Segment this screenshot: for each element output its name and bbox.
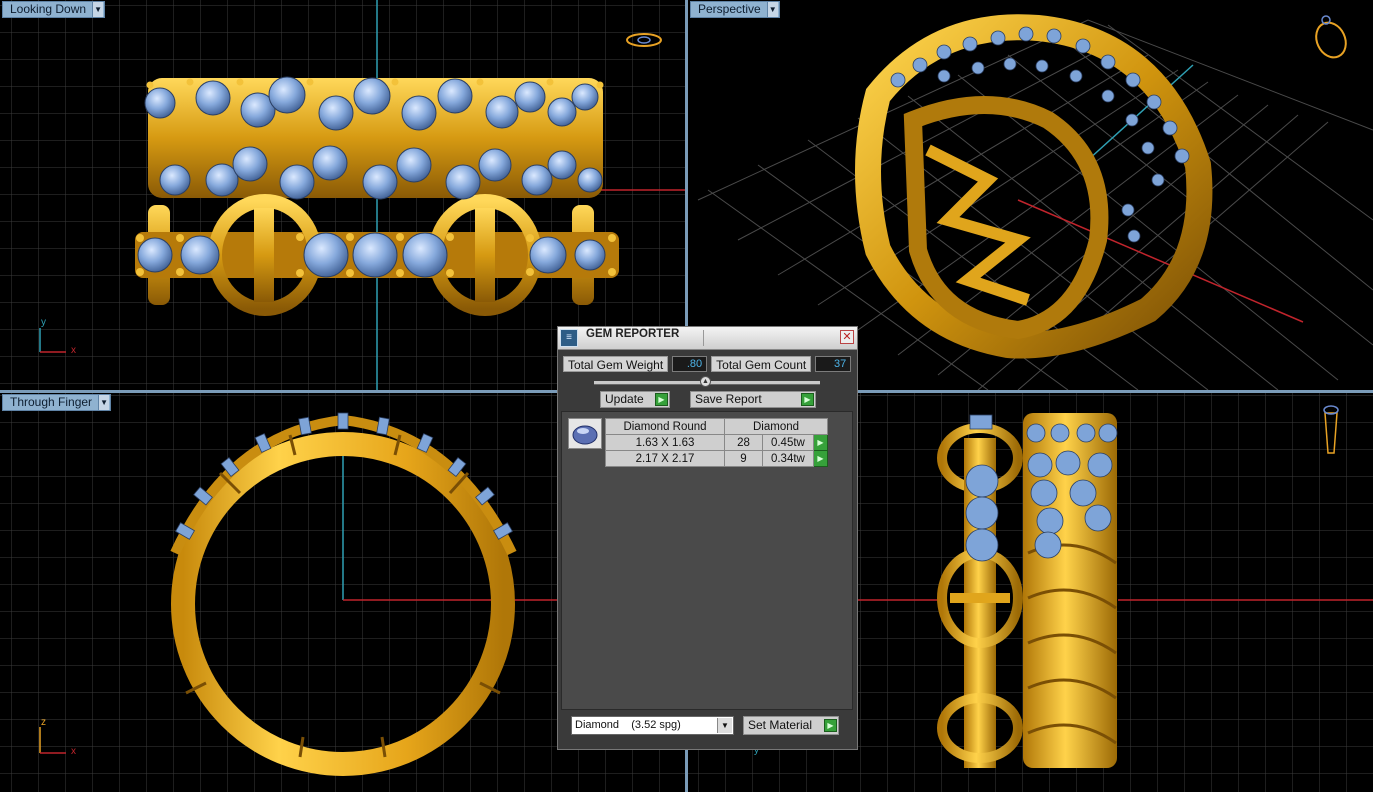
- round-diamond-thumbnail-icon[interactable]: [568, 418, 602, 449]
- viewport-label-perspective[interactable]: Perspective ▼: [690, 1, 780, 18]
- total-gem-weight-label: Total Gem Weight: [563, 356, 669, 372]
- dialog-title: GEM REPORTER: [586, 328, 680, 340]
- total-gem-count-value: 37: [815, 356, 852, 372]
- gem-weight: 0.45tw: [761, 434, 814, 451]
- gem-weight: 0.34tw: [761, 450, 814, 467]
- axis-label-z: z: [41, 717, 46, 728]
- gem-size: 1.63 X 1.63: [605, 434, 725, 451]
- viewport-name: Perspective: [698, 2, 761, 16]
- gem-list-panel: Diamond Round Diamond 1.63 X 1.63 28 0.4…: [561, 411, 853, 710]
- gem-material-header: Diamond: [724, 418, 828, 435]
- play-arrow-icon[interactable]: ▶: [812, 434, 829, 451]
- viewport-label-through-finger[interactable]: Through Finger ▼: [2, 394, 112, 411]
- total-gem-weight-value: .80: [672, 356, 708, 372]
- table-row[interactable]: 1.63 X 1.63 28 0.45tw ▶: [605, 434, 829, 451]
- gem-reporter-app-icon: ≡: [560, 329, 578, 347]
- viewport-name: Looking Down: [10, 2, 87, 16]
- totals-row: Total Gem Weight .80 Total Gem Count 37: [563, 356, 852, 372]
- play-arrow-icon: ▶: [801, 393, 814, 406]
- set-material-button[interactable]: Set Material ▶: [743, 716, 839, 735]
- save-report-button-label: Save Report: [695, 392, 762, 406]
- table-header-row: Diamond Round Diamond: [605, 418, 828, 435]
- update-button-label: Update: [605, 392, 644, 406]
- axis-label-x: x: [71, 746, 76, 757]
- dialog-titlebar[interactable]: ≡ GEM REPORTER ✕: [558, 327, 857, 350]
- gem-count: 28: [724, 434, 763, 451]
- play-arrow-icon[interactable]: ▶: [812, 450, 829, 467]
- gem-table: Diamond Round Diamond 1.63 X 1.63 28 0.4…: [605, 418, 829, 467]
- table-row[interactable]: 2.17 X 2.17 9 0.34tw ▶: [605, 450, 829, 467]
- axis-label-y: y: [41, 317, 46, 328]
- play-arrow-icon: ▶: [824, 719, 837, 732]
- gem-count: 9: [724, 450, 763, 467]
- set-material-button-label: Set Material: [748, 718, 813, 732]
- viewport-label-looking-down[interactable]: Looking Down ▼: [2, 1, 106, 18]
- chevron-down-icon[interactable]: ▼: [92, 2, 104, 17]
- chevron-down-icon[interactable]: ▼: [766, 2, 778, 17]
- gem-shape-header: Diamond Round: [605, 418, 725, 435]
- chevron-down-icon[interactable]: ▼: [98, 395, 110, 410]
- gem-thumbnail-drawing: [572, 425, 598, 445]
- close-icon[interactable]: ✕: [840, 330, 854, 344]
- material-select-value: Diamond (3.52 spg): [575, 719, 681, 731]
- slider-handle-icon[interactable]: ▲: [700, 376, 711, 387]
- save-report-button[interactable]: Save Report ▶: [690, 391, 816, 408]
- total-gem-count-label: Total Gem Count: [711, 356, 812, 372]
- gem-size: 2.17 X 2.17: [605, 450, 725, 467]
- titlebar-divider: [703, 330, 704, 346]
- update-button[interactable]: Update ▶: [600, 391, 670, 408]
- chevron-down-icon[interactable]: ▼: [717, 718, 732, 733]
- axis-label-x: x: [71, 345, 76, 356]
- gem-reporter-dialog: ≡ GEM REPORTER ✕ Total Gem Weight .80 To…: [557, 326, 858, 750]
- viewport-name: Through Finger: [10, 395, 93, 409]
- play-arrow-icon: ▶: [655, 393, 668, 406]
- material-select[interactable]: Diamond (3.52 spg) ▼: [571, 716, 734, 735]
